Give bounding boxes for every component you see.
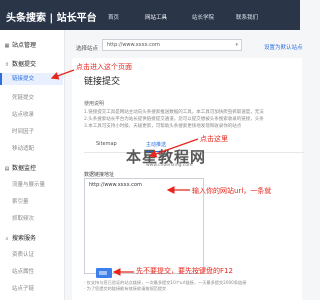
sidebar-item-time-factor[interactable]: 时间因子 <box>12 127 34 135</box>
upload-icon: ⇪ <box>4 61 10 68</box>
annotation-step4: 先不要提交，要先按键盘的F12 <box>136 267 233 275</box>
sidebar-item-crawl-freq[interactable]: 抓取频次 <box>12 214 34 222</box>
annotation-step1: 点击进入这个页面 <box>76 63 132 71</box>
chart-icon: ▤ <box>4 165 10 172</box>
top-bar: 头条搜索 | 站长平台 首页 网站工具 站长学院 联系我们 <box>0 0 300 30</box>
sidebar-item-link-submit[interactable]: 链接提交 <box>0 73 63 85</box>
nav-academy[interactable]: 站长学院 <box>192 13 214 21</box>
sidebar-item-site-index[interactable]: 站点收录 <box>12 110 34 118</box>
brand-logo[interactable]: 头条搜索 | 站长平台 <box>6 9 97 24</box>
sidebar-section-site-manage[interactable]: ▦ 站点管理 <box>4 40 36 49</box>
site-select[interactable]: http://www.xxxx.com ▾ <box>102 39 242 51</box>
grid-icon: ▦ <box>4 42 10 49</box>
nav-site-tools[interactable]: 网站工具 <box>145 13 167 21</box>
usage-text: 1.链接提交工具是网站主动向头条搜索推送数据的工具，本工具可加快爬虫抓取速度，无… <box>84 110 264 129</box>
annotation-step3: 输入你的网站url，一条就 <box>192 187 272 195</box>
search-icon: ⌕ <box>5 235 9 242</box>
site-select-label: 选择站点 <box>76 46 99 52</box>
chevron-down-icon: ▾ <box>235 42 238 48</box>
submit-notes: · 仅支持与您已验证的站点链接，一次最多提交10个url链接，一天最多提交200… <box>84 280 247 291</box>
tab-sitemap[interactable]: Sitemap <box>96 141 117 147</box>
sidebar-item-sitelinks[interactable]: 站点子链 <box>12 284 34 292</box>
sidebar-section-search-service[interactable]: ⌕ 搜索服务 <box>4 233 36 242</box>
sidebar-item-mobile-adapt[interactable]: 移动适配 <box>12 144 34 152</box>
submit-button[interactable] <box>96 268 112 278</box>
sidebar-item-index-count[interactable]: 索引量 <box>12 197 29 205</box>
set-default-site-link[interactable]: 设置为默认站点 <box>264 43 303 51</box>
link-submit-card: 链接提交 使用说明 1.链接提交工具是网站主动向头条搜索推送数据的工具，本工具可… <box>72 58 304 300</box>
url-textarea[interactable]: http://www.xxxx.com <box>84 178 204 274</box>
sidebar-item-qualification[interactable]: 资质认证 <box>12 250 34 258</box>
annotation-step2: 点击这里 <box>200 135 228 143</box>
watermark-url: www.cnbenxing.com <box>146 163 193 168</box>
sidebar-item-traffic[interactable]: 流量与展示量 <box>12 180 45 188</box>
nav-contact[interactable]: 联系我们 <box>236 13 258 21</box>
usage-label: 使用说明 <box>84 101 105 107</box>
sidebar-section-data-monitor[interactable]: ▤ 数据监控 <box>4 163 36 172</box>
nav-home[interactable]: 首页 <box>108 13 119 21</box>
page-title: 链接提交 <box>84 77 121 87</box>
sidebar: ▦ 站点管理 ⇪ 数据提交 链接提交 死链提交 站点收录 时间因子 移动适配 ▤ 数据… <box>0 30 65 300</box>
sidebar-item-site-attr[interactable]: 站点属性 <box>12 267 34 275</box>
url-input-label: 数据链接地址 <box>84 172 115 178</box>
sidebar-item-deadlink-submit[interactable]: 死链提交 <box>12 93 34 101</box>
sidebar-section-data-submit[interactable]: ⇪ 数据提交 <box>4 59 36 68</box>
